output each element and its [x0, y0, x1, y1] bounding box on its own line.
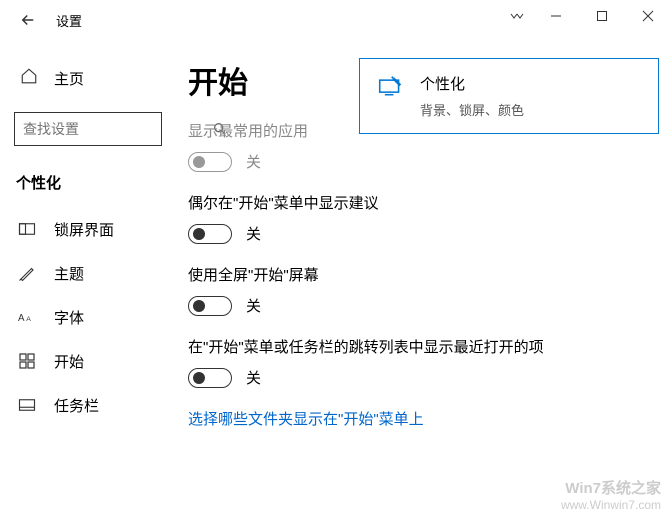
back-button[interactable] — [8, 0, 48, 40]
sidebar-item-label: 字体 — [54, 307, 84, 328]
toggle-recent-items[interactable] — [188, 368, 232, 388]
setting-fullscreen-start: 使用全屏"开始"屏幕 关 — [188, 264, 659, 316]
tip-title: 个性化 — [420, 73, 524, 94]
maximize-button[interactable] — [579, 0, 625, 32]
svg-text:A: A — [18, 313, 25, 324]
toggle-state: 关 — [246, 367, 261, 388]
fonts-icon: AA — [18, 309, 36, 325]
setting-label: 在"开始"菜单或任务栏的跳转列表中显示最近打开的项 — [188, 336, 659, 357]
sidebar-item-label: 任务栏 — [54, 395, 99, 416]
search-box[interactable] — [14, 112, 162, 146]
toggle-state: 关 — [246, 223, 261, 244]
main-content: 开始 个性化 背景、锁屏、颜色 显示最常用的应用 关 偶尔在"开始"菜单中显示建… — [180, 40, 671, 520]
window-title: 设置 — [56, 11, 82, 30]
sidebar-item-start[interactable]: 开始 — [0, 339, 180, 383]
toggle-fullscreen-start[interactable] — [188, 296, 232, 316]
home-icon — [20, 67, 38, 90]
restore-down-icon[interactable] — [501, 0, 533, 32]
close-button[interactable] — [625, 0, 671, 32]
tip-description: 背景、锁屏、颜色 — [420, 100, 524, 119]
personalization-icon — [376, 75, 404, 104]
sidebar-item-themes[interactable]: 主题 — [0, 251, 180, 295]
tip-card[interactable]: 个性化 背景、锁屏、颜色 — [359, 58, 659, 134]
toggle-state: 关 — [246, 295, 261, 316]
themes-icon — [18, 264, 36, 282]
setting-show-suggestions: 偶尔在"开始"菜单中显示建议 关 — [188, 192, 659, 244]
lockscreen-icon — [18, 222, 36, 236]
toggle-state: 关 — [246, 151, 261, 172]
svg-text:A: A — [26, 316, 31, 323]
choose-folders-link[interactable]: 选择哪些文件夹显示在"开始"菜单上 — [188, 408, 659, 429]
setting-label: 偶尔在"开始"菜单中显示建议 — [188, 192, 659, 213]
sidebar-item-label: 开始 — [54, 351, 84, 372]
taskbar-icon — [18, 398, 36, 412]
sidebar-item-taskbar[interactable]: 任务栏 — [0, 383, 180, 427]
sidebar-home[interactable]: 主页 — [0, 58, 180, 98]
setting-recent-items: 在"开始"菜单或任务栏的跳转列表中显示最近打开的项 关 — [188, 336, 659, 388]
minimize-button[interactable] — [533, 0, 579, 32]
sidebar-home-label: 主页 — [54, 68, 84, 89]
sidebar: 主页 个性化 锁屏界面 主题 AA 字体 — [0, 40, 180, 520]
toggle-show-suggestions[interactable] — [188, 224, 232, 244]
sidebar-item-label: 主题 — [54, 263, 84, 284]
toggle-most-used-apps — [188, 152, 232, 172]
sidebar-item-label: 锁屏界面 — [54, 219, 114, 240]
sidebar-item-fonts[interactable]: AA 字体 — [0, 295, 180, 339]
start-icon — [18, 353, 36, 369]
sidebar-section-title: 个性化 — [0, 164, 180, 207]
setting-label: 使用全屏"开始"屏幕 — [188, 264, 659, 285]
sidebar-item-lockscreen[interactable]: 锁屏界面 — [0, 207, 180, 251]
